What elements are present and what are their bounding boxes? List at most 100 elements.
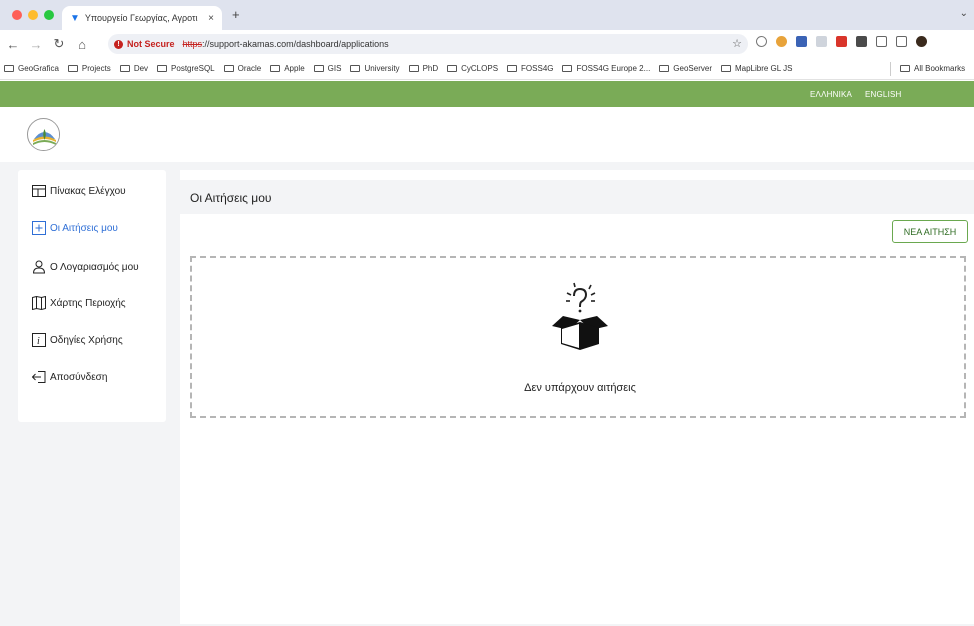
bookmark-item[interactable]: Apple: [270, 64, 305, 73]
sidebar-item-label: Οδηγίες Χρήσης: [50, 334, 123, 346]
bookmark-label: Apple: [284, 64, 305, 73]
svg-text:i: i: [37, 336, 40, 347]
bookmark-label: Oracle: [237, 64, 262, 73]
folder-icon: [350, 65, 361, 72]
logout-icon: [32, 371, 46, 383]
sidebar: Πίνακας Ελέγχου Οι Αιτήσεις μου Ο Λογαρι…: [18, 170, 166, 422]
bookmark-label: FOSS4G: [521, 64, 554, 73]
maximize-window-button[interactable]: [44, 10, 54, 20]
bookmark-label: GeoServer: [673, 64, 712, 73]
page-header: [180, 180, 974, 214]
tab-title: Υπουργείο Γεωργίας, Αγροτι: [84, 13, 198, 23]
ministry-logo[interactable]: [27, 118, 60, 151]
extension-icon[interactable]: [776, 36, 787, 47]
back-arrow-icon[interactable]: ←: [3, 37, 23, 52]
lang-greek-link[interactable]: ΕΛΛΗΝΙΚΑ: [810, 90, 852, 99]
home-icon[interactable]: ⌂: [72, 37, 92, 52]
bookmark-item[interactable]: Oracle: [223, 64, 262, 73]
bookmark-item[interactable]: PhD: [408, 64, 438, 73]
empty-state-message: Δεν υπάρχουν αιτήσεις: [524, 382, 636, 394]
bookmark-label: PostgreSQL: [171, 64, 215, 73]
extension-icon[interactable]: [756, 36, 767, 47]
language-bar: ΕΛΛΗΝΙΚΑ ENGLISH: [0, 81, 974, 107]
dashboard-icon: [32, 185, 46, 197]
folder-icon: [408, 65, 419, 72]
sidebar-item-dashboard[interactable]: Πίνακας Ελέγχου: [32, 184, 126, 198]
folder-icon: [4, 65, 14, 72]
bookmark-label: MapLibre GL JS: [734, 64, 793, 73]
sidebar-item-label: Ο Λογαριασμός μου: [50, 261, 139, 273]
bookmark-label: FOSS4G Europe 2...: [576, 64, 651, 73]
folder-icon: [223, 65, 234, 72]
puzzle-extensions-icon[interactable]: [876, 36, 887, 47]
folder-icon: [270, 65, 281, 72]
bookmark-item[interactable]: GeoServer: [659, 64, 712, 73]
folder-icon: [659, 65, 670, 72]
main-panel: Οι Αιτήσεις μου ΝΕΑ ΑΙΤΗΣΗ Δεν υπάρχουν …: [180, 170, 974, 624]
bookmark-item[interactable]: CyCLOPS: [447, 64, 498, 73]
empty-box-icon: [552, 282, 608, 350]
sidebar-item-label: Χάρτης Περιοχής: [50, 297, 126, 309]
address-bar[interactable]: ! Not Secure https://support-akamas.com/…: [108, 34, 748, 54]
forward-arrow-icon[interactable]: →: [26, 37, 46, 52]
sidebar-item-logout[interactable]: Αποσύνδεση: [32, 370, 107, 384]
folder-icon: [67, 65, 78, 72]
bookmark-item[interactable]: FOSS4G Europe 2...: [562, 64, 650, 73]
tab-close-icon[interactable]: ×: [208, 13, 214, 24]
sidebar-item-guide[interactable]: i Οδηγίες Χρήσης: [32, 333, 123, 347]
not-secure-badge[interactable]: ! Not Secure: [114, 39, 175, 49]
extension-icon[interactable]: [816, 36, 827, 47]
bookmark-label: CyCLOPS: [461, 64, 499, 73]
tab-search-chevron-icon[interactable]: ⌄: [960, 8, 968, 19]
bookmark-label: Dev: [133, 64, 149, 73]
extension-icon[interactable]: [856, 36, 867, 47]
user-icon: [32, 260, 46, 274]
bookmark-label: University: [364, 64, 400, 73]
folder-icon: [562, 65, 573, 72]
sidebar-item-label: Οι Αιτήσεις μου: [50, 222, 118, 234]
new-tab-button[interactable]: +: [232, 7, 240, 22]
bookmark-item[interactable]: GIS: [313, 64, 342, 73]
extension-icons: [756, 36, 927, 47]
extension-icon[interactable]: [836, 36, 847, 47]
map-icon: [32, 296, 46, 310]
folder-icon: [119, 65, 130, 72]
reload-icon[interactable]: ↻: [49, 36, 69, 52]
empty-state: Δεν υπάρχουν αιτήσεις: [190, 256, 966, 418]
warning-icon: !: [114, 39, 123, 49]
site-favicon-icon: ▼: [70, 12, 80, 24]
folder-icon: [720, 65, 731, 72]
bookmark-item[interactable]: Projects: [67, 64, 111, 73]
sidebar-item-map[interactable]: Χάρτης Περιοχής: [32, 296, 126, 310]
bookmark-label: GIS: [327, 64, 342, 73]
plus-square-icon: [32, 221, 46, 235]
bookmark-label: Projects: [81, 64, 111, 73]
folder-icon: [900, 65, 910, 72]
new-application-button[interactable]: ΝΕΑ ΑΙΤΗΣΗ: [892, 220, 968, 243]
extension-icon[interactable]: [796, 36, 807, 47]
lang-english-link[interactable]: ENGLISH: [865, 90, 902, 99]
profile-avatar[interactable]: [916, 36, 927, 47]
sidebar-item-label: Πίνακας Ελέγχου: [50, 185, 126, 197]
bookmark-item[interactable]: Dev: [119, 64, 149, 73]
browser-tab-bar: ▼ Υπουργείο Γεωργίας, Αγροτι × + ⌄: [0, 0, 974, 30]
browser-tab[interactable]: ▼ Υπουργείο Γεωργίας, Αγροτι ×: [62, 6, 222, 30]
close-window-button[interactable]: [12, 10, 22, 20]
site-header: [0, 107, 974, 162]
bookmark-item[interactable]: PostgreSQL: [157, 64, 215, 73]
url-text: ://support-akamas.com/dashboard/applicat…: [202, 39, 389, 49]
info-icon: i: [32, 333, 46, 347]
sidebar-item-label: Αποσύνδεση: [50, 371, 108, 383]
minimize-window-button[interactable]: [28, 10, 38, 20]
bookmark-item[interactable]: MapLibre GL JS: [720, 64, 793, 73]
bookmark-item[interactable]: University: [350, 64, 400, 73]
bookmark-star-icon[interactable]: ☆: [732, 37, 742, 50]
cast-icon[interactable]: [896, 36, 907, 47]
bookmark-item[interactable]: GeoGrafica: [4, 64, 59, 73]
bookmark-item[interactable]: FOSS4G: [507, 64, 553, 73]
bookmark-label: GeoGrafica: [18, 64, 59, 73]
sidebar-item-applications[interactable]: Οι Αιτήσεις μου: [32, 221, 118, 235]
sidebar-item-account[interactable]: Ο Λογαριασμός μου: [32, 260, 139, 274]
bookmarks-bar: GeoGrafica Projects Dev PostgreSQL Oracle App…: [0, 58, 974, 80]
all-bookmarks-button[interactable]: All Bookmarks: [900, 64, 965, 73]
